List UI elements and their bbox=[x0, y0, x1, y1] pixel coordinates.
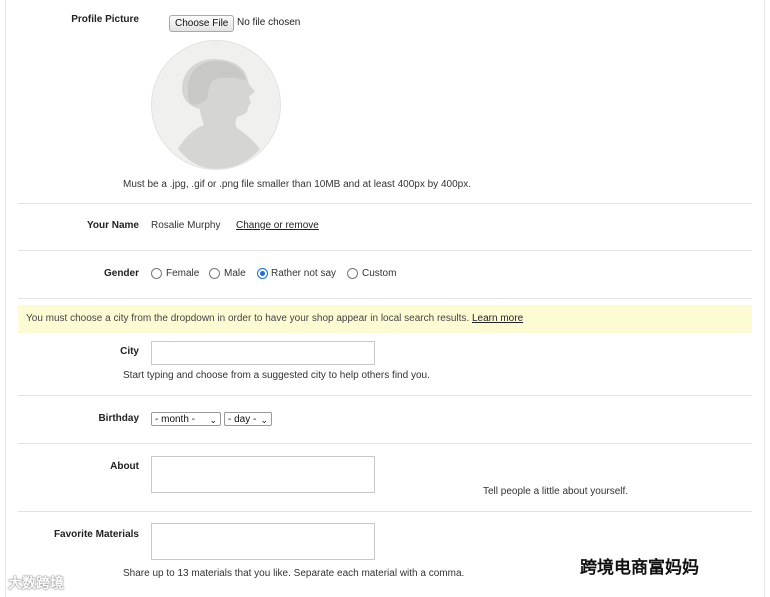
notice-message: You must choose a city from the dropdown… bbox=[26, 313, 470, 324]
city-hint: Start typing and choose from a suggested… bbox=[123, 370, 430, 381]
notice-text: You must choose a city from the dropdown… bbox=[26, 313, 523, 324]
divider bbox=[18, 203, 752, 204]
gender-female-radio[interactable] bbox=[151, 268, 162, 279]
gender-custom-label: Custom bbox=[362, 268, 397, 279]
divider bbox=[18, 298, 752, 299]
gender-rather-not-say-radio[interactable] bbox=[257, 268, 268, 279]
divider bbox=[18, 250, 752, 251]
chevron-down-icon: ⌄ bbox=[209, 415, 217, 425]
no-file-text: No file chosen bbox=[237, 17, 301, 28]
watermark-right: 跨境电商富妈妈 bbox=[580, 558, 699, 577]
city-input[interactable] bbox=[151, 341, 375, 365]
profile-picture-hint: Must be a .jpg, .gif or .png file smalle… bbox=[123, 179, 471, 190]
birthday-label: Birthday bbox=[98, 413, 139, 424]
avatar-silhouette-icon bbox=[178, 59, 260, 169]
about-hint: Tell people a little about yourself. bbox=[483, 486, 629, 497]
learn-more-link[interactable]: Learn more bbox=[472, 313, 523, 324]
birthday-month-value: - month - bbox=[155, 414, 196, 425]
city-label: City bbox=[120, 346, 139, 357]
gender-male-label: Male bbox=[224, 268, 246, 279]
birthday-day-value: - day - bbox=[228, 414, 257, 425]
divider bbox=[18, 443, 752, 444]
about-label: About bbox=[110, 461, 139, 472]
your-name-label: Your Name bbox=[86, 220, 139, 231]
gender-male-radio[interactable] bbox=[209, 268, 220, 279]
birthday-day-select[interactable]: - day - ⌄ bbox=[224, 412, 272, 426]
gender-label: Gender bbox=[103, 268, 139, 279]
watermark-left: 大数跨境 bbox=[8, 575, 64, 591]
chevron-down-icon: ⌄ bbox=[260, 415, 268, 425]
favorite-materials-textarea[interactable] bbox=[151, 523, 375, 560]
local-search-notice: You must choose a city from the dropdown… bbox=[18, 305, 752, 333]
change-or-remove-link[interactable]: Change or remove bbox=[236, 220, 319, 231]
favorite-materials-label: Favorite Materials bbox=[53, 529, 139, 540]
about-textarea[interactable] bbox=[151, 456, 375, 493]
gender-rather-not-say-label: Rather not say bbox=[271, 268, 337, 279]
profile-picture-label: Profile Picture bbox=[71, 14, 139, 25]
avatar bbox=[151, 40, 281, 170]
gender-female-label: Female bbox=[166, 268, 200, 279]
divider bbox=[18, 395, 752, 396]
choose-file-button[interactable]: Choose File bbox=[169, 15, 235, 32]
your-name-value: Rosalie Murphy bbox=[151, 220, 221, 231]
gender-custom-radio[interactable] bbox=[347, 268, 358, 279]
divider bbox=[18, 511, 752, 512]
favorite-materials-hint: Share up to 13 materials that you like. … bbox=[123, 568, 465, 579]
birthday-month-select[interactable]: - month - ⌄ bbox=[151, 412, 221, 426]
